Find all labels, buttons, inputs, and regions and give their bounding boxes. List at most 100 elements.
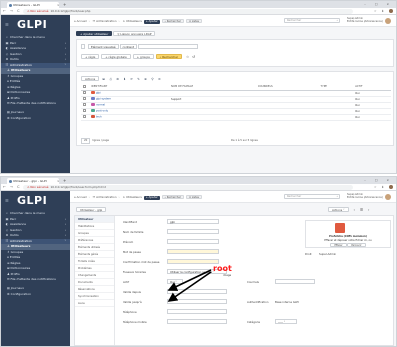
global-search-input[interactable]: Rechercher ⌕ (284, 18, 340, 23)
user-avatar[interactable] (385, 17, 391, 24)
form-tab[interactable]: Éléments gérés (75, 251, 114, 258)
page-size-select[interactable]: 20 (81, 138, 91, 144)
firstname-input[interactable] (167, 239, 219, 244)
valid-until-input[interactable] (167, 299, 227, 304)
phone-input[interactable] (167, 309, 227, 314)
active-select[interactable]: Oui ˅ (167, 279, 183, 284)
star-download-icon[interactable]: ☆ ⬇ (374, 9, 386, 13)
menu-toggle-icon[interactable]: ☰ (5, 22, 9, 27)
tool-icon-1[interactable]: ⊞ (101, 77, 106, 81)
actions-button[interactable]: Actions (81, 76, 100, 81)
form-tab[interactable]: Liens (75, 300, 114, 307)
user-photo[interactable] (335, 223, 345, 233)
criteria-checkbox[interactable] (81, 44, 85, 49)
add-group-button[interactable]: + groupe (132, 54, 154, 59)
lists-button[interactable]: ≡ Listes (185, 195, 202, 199)
crumb-home[interactable]: ⌂ Accueil (74, 195, 87, 199)
url-field[interactable]: ⚠ Non sécurisé 10.0.0.12/glpi/front/user.… (23, 185, 353, 190)
window-controls[interactable]: – □ × (364, 177, 393, 184)
print-icon[interactable]: ⎙ (108, 77, 113, 81)
star-download-icon[interactable]: ☆ ⬇ (374, 185, 386, 189)
crumb-home[interactable]: ⌂ Accueil (74, 19, 87, 23)
password-input[interactable] (167, 249, 219, 254)
picture-delete-button[interactable]: Effacer (330, 243, 347, 247)
new-tab-icon[interactable]: + (63, 178, 66, 183)
user-login-link[interactable]: tech (96, 116, 102, 119)
block-icon[interactable]: ⊘ (157, 77, 162, 81)
criteria-field-select[interactable]: Élément visualisé (87, 44, 119, 49)
row-checkbox[interactable] (83, 97, 86, 101)
prev-item-icon[interactable]: ‹ (353, 208, 354, 212)
crumb-users[interactable]: ♙ Utilisateurs (123, 19, 142, 23)
user-login-link[interactable]: glpi-system (96, 98, 111, 101)
menu-toggle-icon[interactable]: ☰ (5, 198, 9, 203)
form-tab[interactable]: Synchronisation (75, 293, 114, 300)
form-tab[interactable]: Tickets créés (75, 258, 114, 265)
search-button[interactable]: ⌕ Rechercher (161, 195, 184, 199)
sidebar-subitem[interactable]: ⚙ Configuration (1, 116, 70, 122)
sidebar-subitem[interactable]: ✉ File d'attente des notifications (1, 277, 70, 286)
crumb-admin[interactable]: ☷ Administration (93, 195, 117, 199)
next-item-icon[interactable]: › (368, 208, 369, 212)
user-login-link[interactable]: glpi (96, 92, 101, 95)
window-controls[interactable]: – □ × (364, 1, 393, 8)
form-tab[interactable]: Préférences (75, 237, 114, 244)
form-tab[interactable]: Groupes (75, 230, 114, 237)
add-button[interactable]: + Ajouter (143, 20, 160, 24)
form-tab[interactable]: Habilitations (75, 223, 114, 230)
add-global-rule-button[interactable]: + règle globale (101, 54, 131, 59)
profile-avatar-icon[interactable] (389, 185, 393, 189)
form-tab[interactable]: Documents (75, 279, 114, 286)
add-button[interactable]: + Ajouter (143, 196, 160, 200)
form-tab[interactable]: Utilisateur (75, 216, 114, 223)
add-rule-button[interactable]: + règle (81, 54, 100, 59)
export-icon[interactable]: ⬇ (122, 77, 127, 81)
new-tab-icon[interactable]: + (63, 2, 66, 7)
save-search-icon[interactable]: ☆ (186, 55, 189, 59)
row-checkbox-cell[interactable] (81, 114, 89, 121)
criteria-value-input[interactable] (137, 44, 198, 49)
profile-avatar-icon[interactable] (389, 9, 393, 13)
add-user-button[interactable]: + Ajouter utilisateur (76, 31, 113, 36)
extension-icons[interactable]: ☆ ⬇ (374, 8, 393, 15)
table-row[interactable]: tech Oui (81, 114, 391, 121)
add-circle-icon[interactable]: ⊕ (143, 77, 148, 81)
form-tab[interactable]: Réservations (75, 286, 114, 293)
crumb-admin[interactable]: ☷ Administration (93, 19, 117, 23)
cell-login[interactable]: tech (89, 114, 170, 121)
form-actions-button[interactable]: Actions ˅ (328, 207, 349, 212)
extension-icons[interactable]: ☆ ⬇ (374, 184, 393, 191)
user-info[interactable]: Super-Admin Entité racine (Arborescence) (347, 17, 383, 23)
reset-search-icon[interactable]: ↺ (192, 55, 195, 59)
row-checkbox[interactable] (83, 103, 86, 107)
url-field[interactable]: ⚠ Non sécurisé 10.0.0.12/glpi/front/user.… (23, 9, 353, 14)
password-confirm-input[interactable] (167, 259, 219, 264)
user-login-link[interactable]: normal (96, 104, 105, 107)
form-tab[interactable]: Éléments utilisés (75, 244, 114, 251)
valid-from-input[interactable] (167, 289, 227, 294)
gear-icon[interactable]: ⚙ (115, 77, 120, 81)
search-button[interactable]: ⌕ Rechercher (161, 19, 184, 23)
row-checkbox[interactable] (83, 91, 86, 95)
filter-icon[interactable]: ⚲ (150, 77, 155, 81)
lists-button[interactable]: ≡ Listes (185, 19, 202, 23)
glpi-logo[interactable]: GLPI (1, 15, 70, 35)
lastname-input[interactable] (167, 229, 219, 234)
form-tab[interactable]: Changements (75, 272, 114, 279)
row-checkbox[interactable] (83, 109, 86, 113)
search-submit-button[interactable]: ⌕ Rechercher (155, 54, 183, 59)
edit-icon[interactable]: ✎ (136, 77, 141, 81)
login-input[interactable]: glpi (167, 219, 219, 224)
refresh-icon[interactable]: ↺ (129, 77, 134, 81)
ldap-button[interactable]: ⚲ Liaison annuaire LDAP (113, 31, 156, 36)
sidebar-subitem[interactable]: ⚙ Configuration (1, 292, 70, 298)
sidebar-subitem[interactable]: ✉ File d'attente des notifications (1, 101, 70, 110)
row-checkbox[interactable] (83, 115, 86, 119)
category-select[interactable]: ----- ˅ (275, 319, 297, 324)
global-search-input[interactable]: Rechercher ⌕ (284, 194, 340, 199)
glpi-logo[interactable]: GLPI (1, 191, 70, 211)
user-info[interactable]: Super-Admin Entité racine (Arborescence) (347, 193, 383, 199)
criteria-operator-select[interactable]: contient (119, 44, 138, 49)
list-view-icon[interactable]: ☰ (360, 208, 363, 212)
user-login-link[interactable]: post-only (96, 110, 108, 113)
